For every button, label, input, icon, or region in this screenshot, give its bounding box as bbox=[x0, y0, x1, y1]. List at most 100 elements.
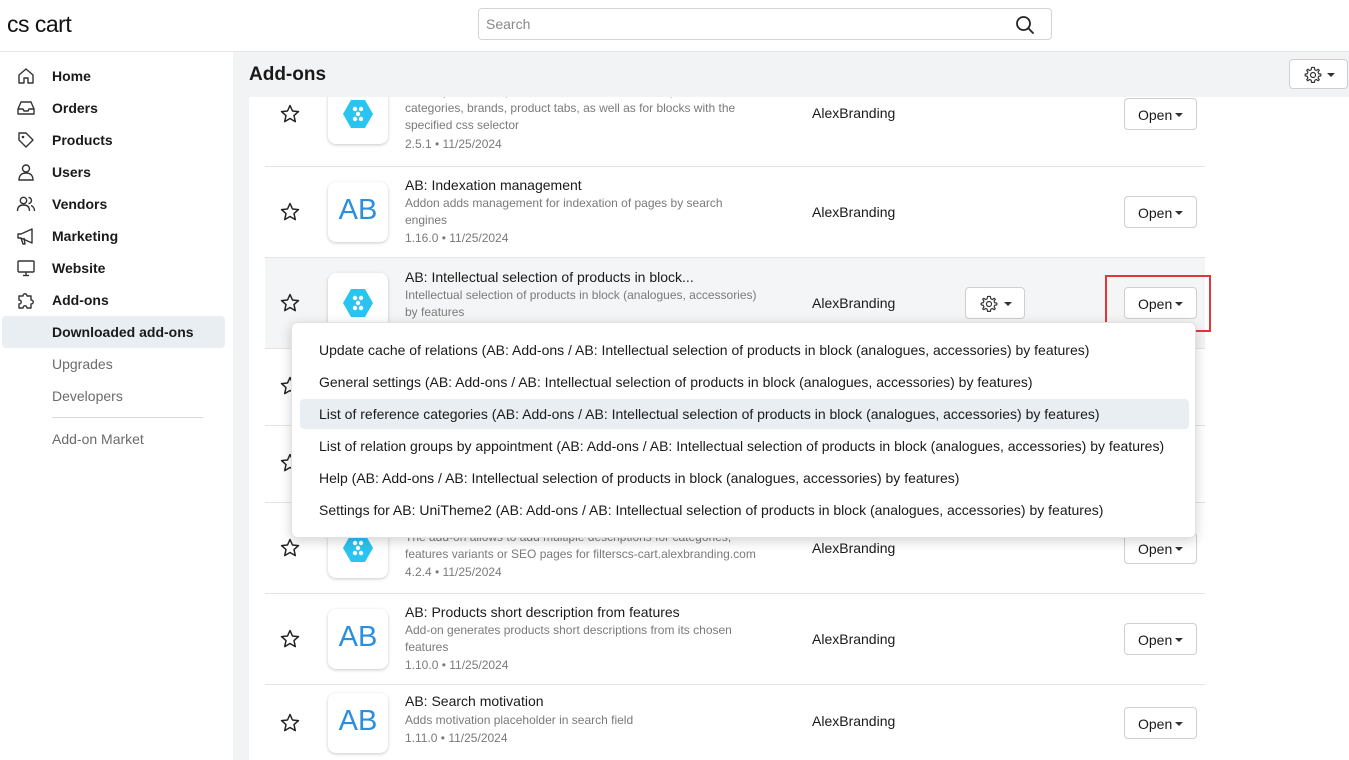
addon-version: 2.5.1 • 11/25/2024 bbox=[405, 137, 502, 151]
ab-logo-icon: AB bbox=[328, 693, 388, 753]
addon-description: Intellectual selection of products in bl… bbox=[405, 288, 757, 319]
addon-version: 1.11.0 • 11/25/2024 bbox=[405, 731, 508, 745]
sidebar-item-label: Users bbox=[52, 164, 91, 180]
inbox-icon bbox=[16, 98, 36, 118]
monitor-icon bbox=[16, 258, 36, 278]
page-title: Add-ons bbox=[249, 64, 327, 85]
sidebar-item-label: Marketing bbox=[52, 228, 119, 244]
star-icon[interactable] bbox=[279, 537, 301, 559]
addon-developer: AlexBranding bbox=[812, 295, 896, 311]
menu-item-label: List of reference categories (AB: Add-on… bbox=[319, 406, 1100, 422]
sidebar-subitem-label: Downloaded add-ons bbox=[52, 324, 194, 340]
sidebar-divider bbox=[52, 417, 203, 418]
menu-item-label: General settings (AB: Add-ons / AB: Inte… bbox=[319, 374, 1033, 390]
sidebar-item-home[interactable]: Home bbox=[0, 60, 233, 92]
search-icon[interactable] bbox=[1015, 15, 1035, 40]
open-button[interactable]: Open bbox=[1124, 98, 1197, 130]
open-button[interactable]: Open bbox=[1124, 623, 1197, 655]
addon-row: Allows you to hide part of the content i… bbox=[265, 97, 1205, 167]
addon-description: Add-on generates products short descript… bbox=[405, 623, 732, 654]
sidebar-subitem-label: Upgrades bbox=[52, 356, 113, 372]
addon-row: AB AB: Products short description from f… bbox=[265, 594, 1205, 685]
open-button-label: Open bbox=[1138, 541, 1173, 557]
sidebar-subitem-label: Developers bbox=[52, 388, 123, 404]
sidebar-item-products[interactable]: Products bbox=[0, 124, 233, 156]
sidebar-item-label: Orders bbox=[52, 100, 98, 116]
star-icon[interactable] bbox=[279, 201, 301, 223]
addon-developer: AlexBranding bbox=[812, 713, 896, 729]
sidebar-subitem-downloaded-addons[interactable]: Downloaded add-ons bbox=[2, 316, 225, 348]
open-button-label: Open bbox=[1138, 716, 1173, 732]
addon-developer: AlexBranding bbox=[812, 105, 896, 121]
open-button[interactable]: Open bbox=[1124, 707, 1197, 739]
sidebar-item-orders[interactable]: Orders bbox=[0, 92, 233, 124]
open-dropdown-menu: Update cache of relations (AB: Add-ons /… bbox=[291, 322, 1196, 538]
sidebar-item-addons[interactable]: Add-ons bbox=[0, 284, 233, 316]
star-icon[interactable] bbox=[279, 103, 301, 125]
sidebar-subitem-label: Add-on Market bbox=[52, 431, 144, 447]
addon-description: Allows you to hide part of the content i… bbox=[405, 97, 736, 132]
menu-item-update-cache[interactable]: Update cache of relations (AB: Add-ons /… bbox=[300, 335, 1189, 365]
star-icon[interactable] bbox=[279, 628, 301, 650]
sidebar-item-label: Website bbox=[52, 260, 106, 276]
ab-logo-icon: AB bbox=[328, 609, 388, 669]
users-icon bbox=[16, 194, 36, 214]
star-icon[interactable] bbox=[279, 712, 301, 734]
puzzle-icon bbox=[16, 290, 36, 310]
menu-item-label: Update cache of relations (AB: Add-ons /… bbox=[319, 342, 1090, 358]
sidebar: Home Orders Products Users Vendors Marke… bbox=[0, 52, 233, 760]
open-button-label: Open bbox=[1138, 205, 1173, 221]
addon-title[interactable]: AB: Indexation management bbox=[405, 177, 582, 193]
search-box[interactable] bbox=[478, 8, 1052, 40]
menu-item-reference-categories[interactable]: List of reference categories (AB: Add-on… bbox=[300, 399, 1189, 429]
addon-row: AB AB: Indexation management Addon adds … bbox=[265, 167, 1205, 258]
cs-cart-logo[interactable]: cs cart bbox=[7, 11, 72, 38]
menu-item-relation-groups[interactable]: List of relation groups by appointment (… bbox=[300, 431, 1189, 461]
hexagon-logo-icon bbox=[328, 97, 388, 144]
ab-logo-text: AB bbox=[338, 621, 378, 653]
sidebar-item-label: Products bbox=[52, 132, 113, 148]
chevron-down-icon bbox=[1004, 302, 1012, 306]
open-button[interactable]: Open bbox=[1124, 196, 1197, 228]
page-settings-button[interactable] bbox=[1289, 59, 1348, 89]
top-bar: cs cart bbox=[0, 0, 1349, 52]
sidebar-item-website[interactable]: Website bbox=[0, 252, 233, 284]
addon-developer: AlexBranding bbox=[812, 540, 896, 556]
chevron-down-icon bbox=[1175, 547, 1183, 551]
menu-item-general-settings[interactable]: General settings (AB: Add-ons / AB: Inte… bbox=[300, 367, 1189, 397]
user-icon bbox=[16, 162, 36, 182]
addon-developer: AlexBranding bbox=[812, 204, 896, 220]
ab-logo-icon: AB bbox=[328, 182, 388, 242]
menu-item-help[interactable]: Help (AB: Add-ons / AB: Intellectual sel… bbox=[300, 463, 1189, 493]
addon-settings-button[interactable] bbox=[965, 287, 1025, 319]
menu-item-label: Settings for AB: UniTheme2 (AB: Add-ons … bbox=[319, 502, 1104, 518]
chevron-down-icon bbox=[1175, 638, 1183, 642]
ab-logo-text: AB bbox=[338, 705, 378, 737]
gear-icon bbox=[1304, 66, 1322, 83]
menu-item-label: List of relation groups by appointment (… bbox=[319, 438, 1165, 454]
addon-version: 4.2.4 • 11/25/2024 bbox=[405, 565, 502, 579]
sidebar-subitem-upgrades[interactable]: Upgrades bbox=[0, 348, 233, 380]
addon-row: AB AB: Search motivation Adds motivation… bbox=[265, 685, 1205, 760]
chevron-down-icon bbox=[1327, 73, 1335, 77]
star-icon[interactable] bbox=[279, 292, 301, 314]
open-button-label: Open bbox=[1138, 632, 1173, 648]
addon-title[interactable]: AB: Products short description from feat… bbox=[405, 604, 680, 620]
menu-item-label: Help (AB: Add-ons / AB: Intellectual sel… bbox=[319, 470, 960, 486]
chevron-down-icon bbox=[1175, 722, 1183, 726]
sidebar-subitem-developers[interactable]: Developers bbox=[0, 380, 233, 412]
menu-item-unitheme-settings[interactable]: Settings for AB: UniTheme2 (AB: Add-ons … bbox=[300, 495, 1189, 525]
sidebar-item-vendors[interactable]: Vendors bbox=[0, 188, 233, 220]
sidebar-item-users[interactable]: Users bbox=[0, 156, 233, 188]
addon-title[interactable]: AB: Intellectual selection of products i… bbox=[405, 269, 694, 285]
home-icon bbox=[16, 66, 36, 86]
addon-version: 1.10.0 • 11/25/2024 bbox=[405, 658, 509, 672]
ab-logo-text: AB bbox=[338, 194, 378, 226]
sidebar-item-addon-market[interactable]: Add-on Market bbox=[0, 423, 233, 455]
addon-title[interactable]: AB: Search motivation bbox=[405, 693, 544, 709]
chevron-down-icon bbox=[1175, 113, 1183, 117]
search-input[interactable] bbox=[479, 9, 999, 39]
chevron-down-icon bbox=[1175, 211, 1183, 215]
sidebar-item-marketing[interactable]: Marketing bbox=[0, 220, 233, 252]
addon-version: 1.16.0 • 11/25/2024 bbox=[405, 231, 509, 245]
